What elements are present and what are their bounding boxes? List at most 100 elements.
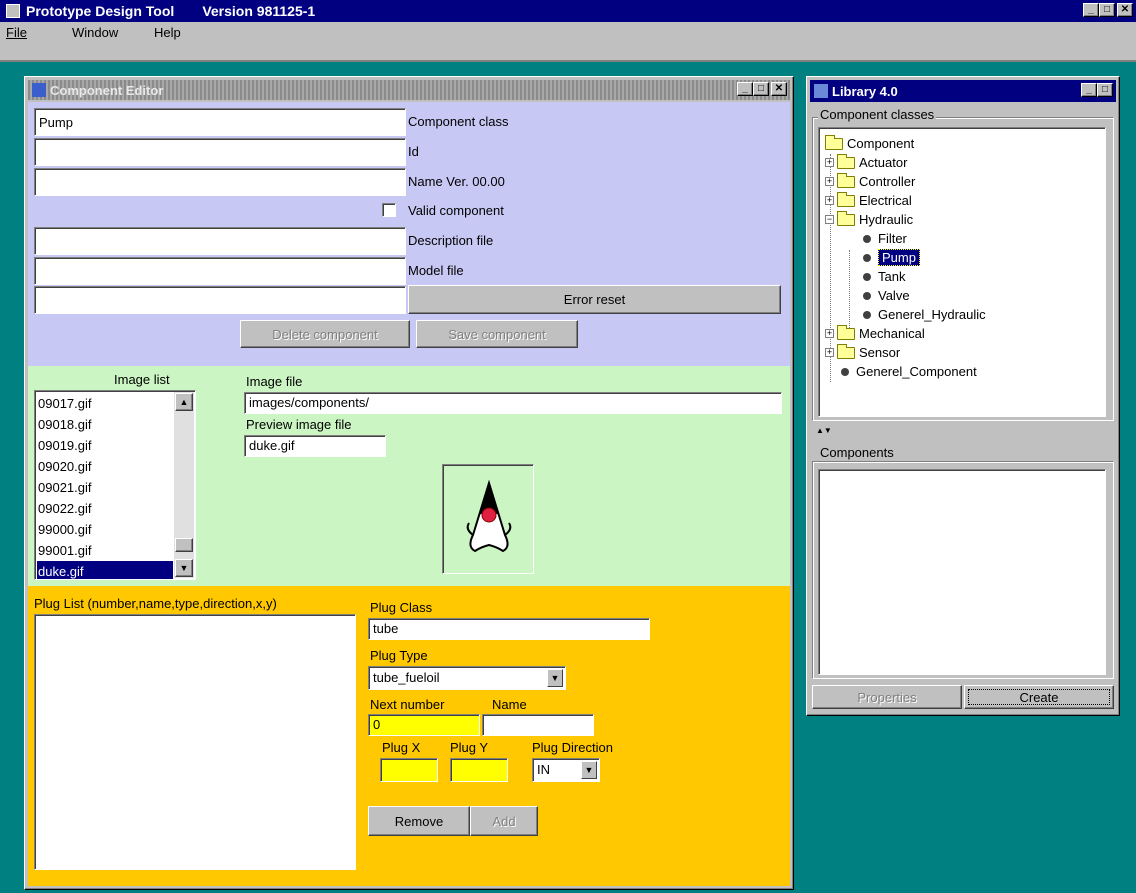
tree-label: Generel_Hydraulic — [878, 307, 986, 322]
menu-file[interactable]: File — [6, 25, 27, 40]
plug-direction-select[interactable]: IN ▼ — [532, 758, 600, 782]
tree-label: Tank — [878, 269, 906, 284]
image-preview-frame — [442, 464, 534, 574]
minimize-icon[interactable]: _ — [1083, 3, 1099, 17]
folder-open-icon — [837, 210, 855, 226]
folder-icon — [837, 153, 855, 169]
editor-titlebar[interactable]: Component Editor _ □ ✕ — [28, 80, 790, 100]
plug-name-input[interactable] — [482, 714, 594, 736]
image-list-item[interactable]: 09022.gif — [37, 498, 173, 519]
tree-label: Hydraulic — [859, 212, 914, 227]
minimize-icon[interactable]: _ — [737, 82, 753, 96]
editor-title: Component Editor — [50, 82, 164, 98]
next-number-input[interactable]: 0 — [368, 714, 480, 736]
editor-window-icon — [32, 83, 46, 97]
id-input[interactable] — [34, 138, 406, 166]
tree-node-actuator[interactable]: + Actuator — [825, 153, 907, 172]
tree-node-tank[interactable]: Tank — [859, 267, 905, 286]
maximize-icon[interactable]: □ — [1099, 3, 1115, 17]
menu-window[interactable]: Window — [72, 25, 118, 40]
image-list-item[interactable]: 99001.gif — [37, 540, 173, 561]
collapse-down-icon[interactable]: ▼ — [824, 426, 832, 435]
library-window: Library 4.0 _ □ Component classes Compon… — [806, 76, 1120, 716]
expand-icon[interactable]: + — [825, 329, 834, 338]
maximize-icon[interactable]: □ — [1097, 83, 1113, 97]
expand-icon[interactable]: + — [825, 348, 834, 357]
duke-mascot-icon — [466, 479, 512, 553]
save-component-button[interactable]: Save component — [416, 320, 578, 348]
component-class-tree[interactable]: Component + Actuator + Controller + Elec… — [818, 127, 1106, 417]
name-input[interactable] — [34, 168, 406, 196]
plug-class-input[interactable]: tube — [368, 618, 650, 640]
app-title: Prototype Design Tool — [26, 3, 175, 19]
tree-node-component[interactable]: Component — [825, 134, 914, 153]
image-list-item[interactable]: duke.gif — [37, 561, 173, 579]
add-button[interactable]: Add — [470, 806, 538, 836]
properties-button[interactable]: Properties — [812, 685, 962, 709]
close-icon[interactable]: ✕ — [771, 82, 787, 96]
tree-node-sensor[interactable]: + Sensor — [825, 343, 900, 362]
library-titlebar[interactable]: Library 4.0 _ □ — [810, 80, 1116, 102]
folder-icon — [837, 343, 855, 359]
component-class-input[interactable]: Pump — [34, 108, 406, 136]
plug-type-select[interactable]: tube_fueloil ▼ — [368, 666, 566, 690]
error-input[interactable] — [34, 286, 406, 314]
split-divider[interactable]: ▲▼ — [812, 425, 1114, 437]
plug-list[interactable] — [34, 614, 356, 870]
preview-image-input[interactable]: duke.gif — [244, 435, 386, 457]
collapse-up-icon[interactable]: ▲ — [816, 426, 824, 435]
error-reset-button[interactable]: Error reset — [408, 285, 781, 314]
expand-icon[interactable]: + — [825, 177, 834, 186]
leaf-node-icon — [841, 367, 849, 376]
remove-button[interactable]: Remove — [368, 806, 470, 836]
app-titlebar[interactable]: Prototype Design Tool Version 981125-1 _… — [0, 0, 1136, 22]
tree-node-mechanical[interactable]: + Mechanical — [825, 324, 925, 343]
scroll-thumb[interactable] — [175, 538, 193, 552]
image-list-item[interactable]: 09017.gif — [37, 393, 173, 414]
tree-node-generel-hydraulic[interactable]: Generel_Hydraulic — [859, 305, 986, 324]
next-number-label: Next number — [370, 697, 445, 712]
tree-node-generel-component[interactable]: Generel_Component — [837, 362, 977, 381]
tree-line — [849, 250, 850, 328]
tree-node-hydraulic[interactable]: − Hydraulic — [825, 210, 913, 229]
image-file-label: Image file — [246, 374, 303, 389]
maximize-icon[interactable]: □ — [753, 82, 769, 96]
plug-y-input[interactable] — [450, 758, 508, 782]
tree-node-filter[interactable]: Filter — [859, 229, 907, 248]
tree-node-valve[interactable]: Valve — [859, 286, 910, 305]
chevron-down-icon[interactable]: ▼ — [581, 761, 597, 779]
minimize-icon[interactable]: _ — [1081, 83, 1097, 97]
image-list-item[interactable]: 09020.gif — [37, 456, 173, 477]
plug-direction-value: IN — [537, 762, 550, 777]
scroll-up-icon[interactable]: ▲ — [175, 393, 193, 411]
expand-icon[interactable]: + — [825, 158, 834, 167]
scroll-down-icon[interactable]: ▼ — [175, 559, 193, 577]
tree-node-controller[interactable]: + Controller — [825, 172, 915, 191]
tree-node-pump[interactable]: Pump — [859, 248, 920, 267]
menu-help[interactable]: Help — [154, 25, 181, 40]
image-list-item[interactable]: 09021.gif — [37, 477, 173, 498]
folder-icon — [837, 191, 855, 207]
image-file-input[interactable]: images/components/ — [244, 392, 782, 414]
image-list-label: Image list — [114, 372, 170, 387]
tree-label: Controller — [859, 174, 916, 189]
chevron-down-icon[interactable]: ▼ — [547, 669, 563, 687]
image-list-item[interactable]: 09019.gif — [37, 435, 173, 456]
close-icon[interactable]: ✕ — [1117, 3, 1133, 17]
leaf-node-icon — [863, 291, 871, 300]
create-button[interactable]: Create — [964, 685, 1114, 709]
description-file-input[interactable] — [34, 227, 406, 255]
image-list-item[interactable]: 99000.gif — [37, 519, 173, 540]
delete-component-button[interactable]: Delete component — [240, 320, 410, 348]
collapse-icon[interactable]: − — [825, 215, 834, 224]
model-file-input[interactable] — [34, 257, 406, 285]
expand-icon[interactable]: + — [825, 196, 834, 205]
valid-component-checkbox[interactable] — [382, 203, 396, 217]
model-file-label: Model file — [408, 263, 464, 278]
image-list-scrollbar[interactable]: ▲ ▼ — [174, 392, 194, 578]
image-list[interactable]: 09017.gif 09018.gif 09019.gif 09020.gif 0902… — [34, 390, 196, 580]
components-list[interactable] — [818, 469, 1106, 675]
image-list-item[interactable]: 09018.gif — [37, 414, 173, 435]
tree-node-electrical[interactable]: + Electrical — [825, 191, 912, 210]
plug-x-input[interactable] — [380, 758, 438, 782]
